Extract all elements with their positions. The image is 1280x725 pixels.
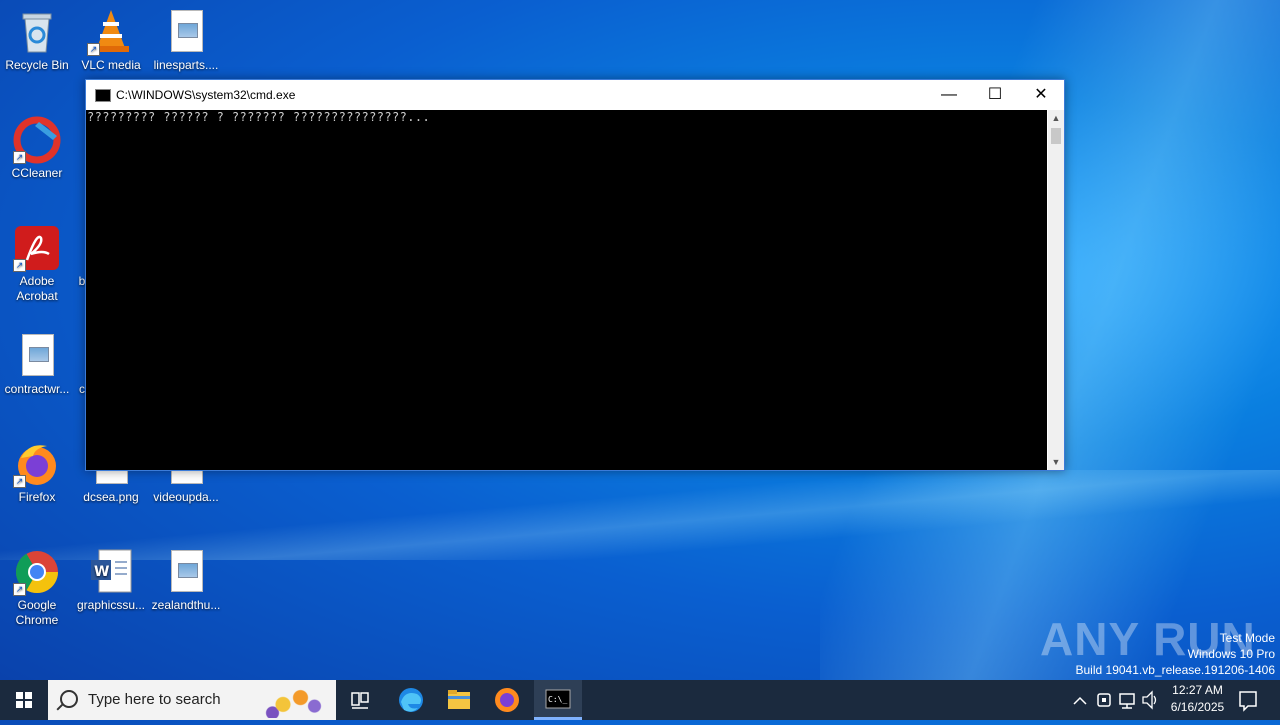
desktop-icon-vlc[interactable]: ↗ VLC media: [75, 8, 147, 73]
word-document-icon: W: [87, 548, 135, 596]
speaker-icon: [1142, 690, 1157, 710]
firefox-icon: ↗: [13, 440, 61, 488]
chrome-icon: ↗: [13, 548, 61, 596]
shortcut-arrow-icon: ↗: [87, 43, 100, 56]
cmd-titlebar[interactable]: C:\WINDOWS\system32\cmd.exe — ☐ ✕: [86, 80, 1064, 110]
task-view-button[interactable]: [340, 680, 380, 720]
network-status[interactable]: [1117, 680, 1137, 720]
search-highlight-flowers-icon: [262, 684, 332, 718]
console-line: ????????? ?????? ? ??????? ?????????????…: [87, 110, 431, 124]
show-hidden-icons[interactable]: [1070, 680, 1090, 720]
desktop-icon-label: Recycle Bin: [5, 58, 69, 72]
desktop-icon-label: CCleaner: [11, 166, 63, 180]
vertical-scrollbar[interactable]: ▲ ▼: [1048, 110, 1064, 470]
svg-text:W: W: [94, 564, 109, 580]
test-mode-notice: Test Mode Windows 10 Pro Build 19041.vb_…: [1076, 630, 1276, 678]
taskbar-file-explorer[interactable]: [438, 680, 480, 720]
network-icon: [1119, 693, 1135, 709]
desktop-icon-adobe-acrobat[interactable]: ↗ Adobe Acrobat: [1, 224, 73, 304]
volume-control[interactable]: [1140, 680, 1160, 720]
scroll-down-icon[interactable]: ▼: [1048, 454, 1064, 470]
cmd-app-icon: [95, 89, 111, 102]
desktop-icon-linesparts[interactable]: linesparts....: [150, 8, 222, 73]
desktop-icon-label: VLC media: [81, 58, 141, 72]
test-mode-line: Test Mode: [1219, 631, 1275, 645]
minimize-button[interactable]: —: [926, 80, 972, 110]
console-output[interactable]: ????????? ?????? ? ??????? ?????????????…: [86, 110, 1047, 470]
desktop-icon-firefox[interactable]: ↗ Firefox: [1, 440, 73, 505]
desktop-icon-label: videoupda...: [153, 490, 219, 504]
desktop-icon-label: linesparts....: [153, 58, 219, 72]
chevron-up-icon: [1073, 696, 1087, 705]
maximize-button[interactable]: ☐: [972, 80, 1018, 110]
vlc-cone-icon: ↗: [87, 8, 135, 56]
task-view-icon: [351, 692, 369, 709]
desktop-icon-label: dcsea.png: [83, 490, 139, 504]
svg-text:C:\_: C:\_: [548, 695, 567, 704]
taskbar-cmd[interactable]: C:\_: [534, 680, 582, 720]
desktop-icon-recycle-bin[interactable]: Recycle Bin: [1, 8, 73, 73]
edge-icon: [399, 688, 423, 712]
tray-app[interactable]: [1094, 680, 1114, 720]
taskbar: Type here to search C:\_ 12:27 AM 6/16/2…: [0, 680, 1280, 720]
desktop-icon-label: graphicssu...: [76, 598, 146, 612]
clock-time: 12:27 AM: [1172, 683, 1223, 697]
image-file-icon: [162, 548, 210, 596]
scroll-up-icon[interactable]: ▲: [1048, 110, 1064, 126]
desktop-icon-label: zealandthu...: [151, 598, 221, 612]
action-center-button[interactable]: [1236, 680, 1260, 720]
desktop-icon-zealandthu[interactable]: zealandthu...: [150, 548, 222, 613]
desktop-icon-label: Google Chrome: [15, 598, 59, 627]
shortcut-arrow-icon: ↗: [13, 259, 26, 272]
firefox-icon: [495, 688, 519, 712]
folder-icon: [448, 690, 470, 709]
cmd-window[interactable]: C:\WINDOWS\system32\cmd.exe — ☐ ✕ ??????…: [85, 79, 1065, 471]
image-file-icon: [162, 8, 210, 56]
recycle-bin-icon: [13, 8, 61, 56]
windows-logo-icon: [16, 692, 32, 708]
ccleaner-icon: ↗: [13, 116, 61, 164]
taskbar-firefox[interactable]: [486, 680, 528, 720]
shortcut-arrow-icon: ↗: [13, 475, 26, 488]
desktop-icon-graphicssu[interactable]: W graphicssu...: [75, 548, 147, 613]
desktop-icon-google-chrome[interactable]: ↗ Google Chrome: [1, 548, 73, 628]
taskbar-edge[interactable]: [390, 680, 432, 720]
shortcut-arrow-icon: ↗: [13, 583, 26, 596]
search-placeholder: Type here to search: [88, 691, 221, 708]
shortcut-arrow-icon: ↗: [13, 151, 26, 164]
adobe-acrobat-icon: ↗: [13, 224, 61, 272]
scroll-thumb[interactable]: [1051, 128, 1061, 144]
windows-edition-line: Windows 10 Pro: [1187, 647, 1275, 661]
desktop-icon-label: Firefox: [18, 490, 56, 504]
close-button[interactable]: ✕: [1018, 80, 1064, 110]
desktop-icon-ccleaner[interactable]: ↗ CCleaner: [1, 116, 73, 181]
cmd-window-title: C:\WINDOWS\system32\cmd.exe: [116, 88, 296, 102]
search-icon: [60, 690, 78, 708]
taskbar-search-box[interactable]: Type here to search: [48, 680, 336, 720]
start-button[interactable]: [0, 680, 48, 720]
notification-icon: [1239, 691, 1257, 712]
system-clock[interactable]: 12:27 AM 6/16/2025: [1160, 682, 1235, 716]
cmd-icon: C:\_: [545, 689, 571, 709]
build-line: Build 19041.vb_release.191206-1406: [1075, 663, 1276, 677]
image-file-icon: [13, 332, 61, 380]
clock-date: 6/16/2025: [1170, 700, 1225, 714]
tray-app-icon: [1097, 693, 1111, 707]
